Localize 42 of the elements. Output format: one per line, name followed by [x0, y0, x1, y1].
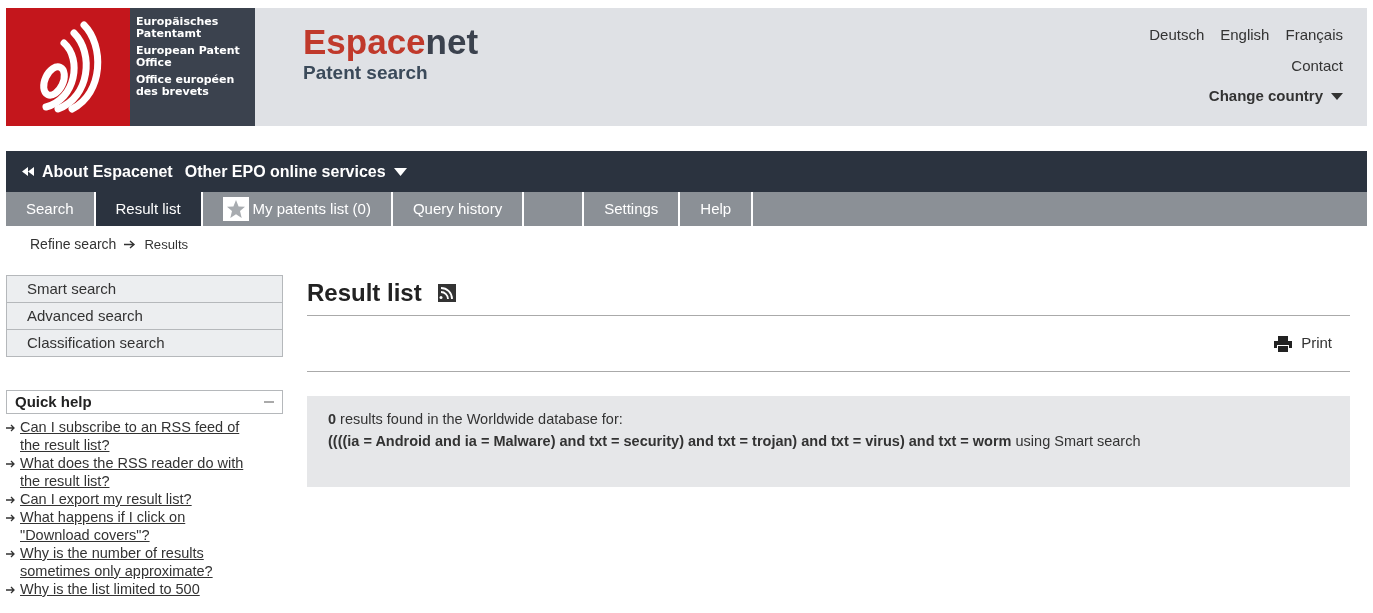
result-summary: 0 results found in the Worldwide database for: [328, 410, 624, 429]
language-link[interactable]: Français [1285, 24, 1343, 47]
caret-icon [393, 167, 407, 176]
breadcrumb-current: Results [144, 235, 189, 254]
double-arrow-icon [22, 167, 34, 176]
help-link[interactable]: Why is the list limited to 500 [20, 580, 200, 598]
printer-icon [1273, 336, 1294, 352]
search-query: ((((ia = Android and ia = Malware) and txt = security) and txt = trojan) and txt = virus) and txt = worm using Smart search [328, 431, 1142, 451]
brand-title: Espacenet [303, 24, 479, 59]
arrow-icon [124, 240, 137, 249]
services-dropdown[interactable]: Other EPO online services [184, 159, 407, 184]
search-menu-item[interactable]: Advanced search [6, 303, 283, 330]
arrow-icon [6, 496, 16, 504]
help-link[interactable]: Why is the number of results sometimes only approximate? [20, 544, 248, 580]
change-country-dropdown[interactable]: Change country [1208, 85, 1343, 108]
page-title: Result list [307, 278, 422, 308]
contact-link[interactable]: Contact [1291, 54, 1343, 77]
rss-icon[interactable] [437, 284, 456, 302]
arrow-icon [6, 550, 16, 558]
arrow-icon [6, 460, 16, 468]
language-link[interactable]: English [1220, 24, 1270, 47]
search-menu-item[interactable]: Smart search [6, 275, 283, 303]
print-link[interactable]: Print [1273, 332, 1332, 354]
arrow-icon [6, 586, 16, 594]
logo-text: Office européen des brevets [136, 74, 236, 98]
logo-text: Europäisches Patentamt [136, 16, 220, 40]
arrow-icon [6, 514, 16, 522]
search-menu-item[interactable]: Classification search [6, 330, 283, 357]
quick-help-header[interactable]: Quick help [6, 390, 283, 414]
help-link[interactable]: What happens if I click on "Download covers"? [20, 508, 248, 544]
language-link[interactable]: Deutsch [1149, 24, 1205, 47]
logo-text: European Patent Office [136, 45, 241, 69]
help-link[interactable]: Can I export my result list? [20, 490, 192, 508]
breadcrumb-link[interactable]: Refine search [30, 234, 117, 255]
help-link[interactable]: What does the RSS reader do with the result list? [20, 454, 248, 490]
about-link[interactable]: About Espacenet [42, 159, 173, 184]
caret-icon [1331, 92, 1343, 100]
quick-help-title: Quick help [15, 393, 92, 411]
tab[interactable]: Result list [95, 192, 203, 226]
help-link[interactable]: Can I subscribe to an RSS feed of the result list? [20, 418, 248, 454]
arrow-icon [6, 424, 16, 432]
brand-subtitle: Patent search [303, 61, 429, 85]
